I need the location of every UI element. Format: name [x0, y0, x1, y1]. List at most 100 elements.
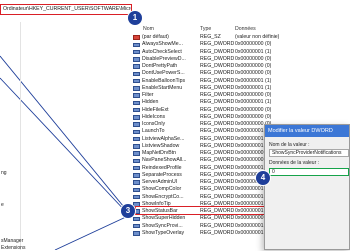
binary-value-icon — [133, 194, 140, 200]
step-badge-1: 1 — [128, 11, 142, 25]
binary-value-icon — [133, 231, 140, 236]
value-type: REG_DWORD — [200, 150, 235, 156]
value-data-field[interactable]: 0 — [269, 168, 349, 176]
binary-value-icon — [133, 129, 140, 135]
value-name-field[interactable]: ShowSyncProviderNotifications — [269, 149, 349, 157]
value-name: LaunchTo — [142, 128, 165, 135]
value-type: REG_DWORD — [200, 63, 235, 69]
selected-row-highlight — [135, 206, 270, 215]
binary-value-icon — [133, 86, 140, 91]
step-badge-4: 4 — [256, 171, 270, 185]
binary-value-icon — [133, 71, 140, 77]
tree-item[interactable]: sManager — [1, 238, 23, 244]
registry-value-row[interactable]: AlwaysShowMe... REG_DWORD 0x00000000 (0) — [133, 41, 350, 48]
value-name: (par défaut) — [142, 34, 169, 40]
value-name: IconsOnly — [142, 121, 166, 127]
value-name: HideIcons — [142, 113, 166, 120]
value-name: HideFileExt — [142, 106, 169, 113]
binary-value-icon — [133, 165, 140, 171]
binary-value-icon — [133, 115, 140, 120]
column-name-header[interactable]: Nom — [143, 26, 154, 32]
address-bar[interactable]: Ordinateur\HKEY_CURRENT_USER\SOFTWARE\Mi… — [0, 4, 132, 15]
value-data: 0x00000000 (0) — [235, 55, 272, 62]
value-data: 0x00000000 (0) — [235, 92, 272, 98]
value-name: ReindexedProfile — [142, 164, 182, 171]
value-type: REG_DWORD — [200, 106, 235, 113]
binary-value-icon — [133, 122, 140, 127]
registry-tree-pane: ng e sManager Extensions — [0, 22, 25, 251]
value-name: Filter — [142, 92, 154, 98]
registry-value-row[interactable]: EnableStartMenu REG_DWORD 0x00000001 (1) — [133, 85, 350, 92]
binary-value-icon — [133, 107, 140, 113]
value-name: ListviewShadow — [142, 142, 180, 149]
binary-value-icon — [133, 100, 140, 106]
binary-value-icon — [133, 49, 140, 55]
registry-value-row[interactable]: EnableBalloonTips REG_DWORD 0x00000001 (1) — [133, 78, 350, 85]
tree-item[interactable]: Extensions — [1, 245, 25, 251]
registry-value-row[interactable]: HideFileExt REG_DWORD 0x00000000 (0) — [133, 107, 350, 114]
value-type: REG_DWORD — [200, 128, 235, 135]
value-name: NavPaneShowAll... — [142, 157, 187, 164]
registry-value-row[interactable]: DontPrettyPath REG_DWORD 0x00000000 (0) — [133, 63, 350, 70]
tree-item[interactable]: ng — [1, 170, 7, 176]
registry-value-row[interactable]: AutoCheckSelect REG_DWORD 0x00000001 (1) — [133, 49, 350, 56]
value-name: AlwaysShowMe... — [142, 41, 183, 48]
binary-value-icon — [133, 180, 140, 185]
binary-value-icon — [133, 144, 140, 149]
value-name: ServerAdminUI — [142, 179, 178, 185]
string-value-icon — [133, 35, 140, 40]
registry-value-row[interactable]: Filter REG_DWORD 0x00000000 (0) — [133, 92, 350, 99]
value-data: 0x00000000 (0) — [235, 63, 272, 69]
value-data: 0x00000001 (1) — [235, 99, 272, 106]
value-name-label: Nom de la valeur : — [269, 142, 310, 148]
binary-value-icon — [133, 136, 140, 142]
edit-dword-dialog: Modifier la valeur DWORD Nom de la valeu… — [264, 124, 350, 250]
binary-value-icon — [133, 216, 140, 222]
value-type: REG_DWORD — [200, 77, 235, 84]
value-type: REG_DWORD — [200, 179, 235, 185]
value-data: 0x00000000 (0) — [235, 106, 272, 113]
value-name: SeparateProcess — [142, 171, 182, 178]
value-type: REG_DWORD — [200, 41, 235, 48]
value-type: REG_DWORD — [200, 84, 235, 91]
value-name: ShowSuperHidden — [142, 215, 186, 222]
step-badge-3: 3 — [121, 204, 135, 218]
value-name: ShowTypeOverlay — [142, 229, 185, 236]
value-type: REG_DWORD — [200, 99, 235, 106]
registry-value-row[interactable]: DisablePreviewD... REG_DWORD 0x00000000 (0… — [133, 56, 350, 63]
value-type: REG_DWORD — [200, 157, 235, 164]
binary-value-icon — [133, 93, 140, 98]
value-name: ShowSyncProvi... — [142, 222, 183, 229]
column-type-header[interactable]: Type — [200, 26, 211, 32]
value-data: 0x00000000 (0) — [235, 41, 272, 48]
value-data: 0x00000001 (1) — [235, 48, 272, 55]
value-type: REG_DWORD — [200, 142, 235, 149]
registry-value-row[interactable]: (par défaut) REG_SZ (valeur non définie) — [133, 34, 350, 41]
binary-value-icon — [133, 42, 140, 48]
registry-value-row[interactable]: HideIcons REG_DWORD 0x00000000 (0) — [133, 114, 350, 121]
value-type: REG_DWORD — [200, 164, 235, 171]
value-type: REG_SZ — [200, 34, 221, 40]
binary-value-icon — [133, 151, 140, 156]
binary-value-icon — [133, 173, 140, 178]
binary-value-icon — [133, 187, 140, 193]
value-name: ListviewAlphaSe... — [142, 135, 185, 142]
binary-value-icon — [133, 78, 140, 84]
value-type: REG_DWORD — [200, 222, 235, 229]
registry-value-row[interactable]: DontUsePowerS... REG_DWORD 0x00000000 (0) — [133, 70, 350, 77]
registry-value-row[interactable]: Hidden REG_DWORD 0x00000001 (1) — [133, 99, 350, 106]
binary-value-icon — [133, 64, 140, 69]
tree-item[interactable]: e — [1, 202, 4, 208]
binary-value-icon — [133, 57, 140, 62]
value-type: REG_DWORD — [200, 121, 235, 127]
value-type: REG_DWORD — [200, 48, 235, 55]
binary-value-icon — [133, 223, 140, 229]
value-type: REG_DWORD — [200, 55, 235, 62]
value-data-label: Données de la valeur : — [269, 160, 320, 166]
value-data: 0x00000000 (0) — [235, 70, 272, 77]
value-name: ShowEncryptCo... — [142, 193, 184, 200]
column-data-header[interactable]: Données — [235, 26, 256, 32]
value-name: AutoCheckSelect — [142, 48, 182, 55]
dialog-title: Modifier la valeur DWORD — [265, 125, 349, 137]
value-data: (valeur non définie) — [235, 34, 280, 40]
